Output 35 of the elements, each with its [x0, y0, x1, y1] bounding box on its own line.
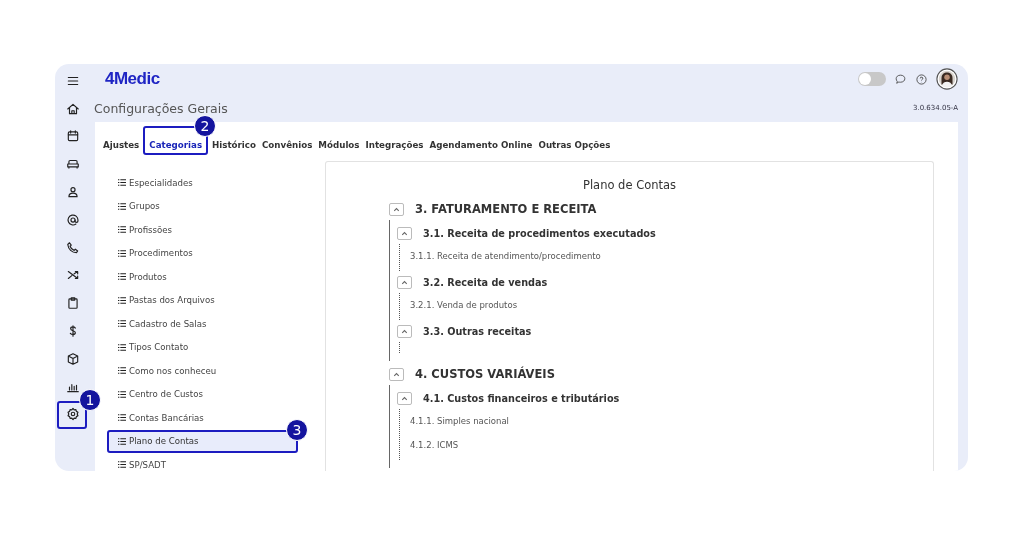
tab[interactable]: Ajustes [103, 138, 140, 154]
account-item: 4.1.2. ICMS [409, 439, 460, 452]
category-item[interactable]: SP/SADT [107, 453, 298, 471]
account-subgroup: 3.1. Receita de procedimentos executados [423, 227, 656, 239]
category-item[interactable]: Tipos Contato [107, 335, 298, 359]
category-item[interactable]: Procedimentos [107, 241, 298, 265]
category-item[interactable]: Centro de Custos [107, 382, 298, 406]
tab[interactable]: Histórico [212, 138, 256, 154]
account-subgroup: 3.3. Outras receitas [423, 325, 532, 337]
logo: 4Medic [105, 69, 160, 89]
category-item[interactable]: Profissões [107, 218, 298, 241]
callout-badge: 2 [194, 115, 217, 137]
category-item[interactable]: Pastas dos Arquivos [107, 288, 298, 312]
tab[interactable]: Categorias [149, 138, 203, 155]
callout-badge: 3 [286, 418, 308, 441]
account-group: 3. FATURAMENTO E RECEITA [415, 202, 597, 216]
account-subgroup: 4.1. Custos financeiros e tributários [423, 392, 620, 404]
category-item[interactable]: Cadastro de Salas [107, 312, 298, 335]
tab[interactable]: Agendamento Online [429, 138, 533, 154]
category-item[interactable]: Especialidades [107, 171, 298, 194]
card-title: Plano de Contas [581, 178, 678, 192]
tab[interactable]: Módulos [318, 138, 360, 154]
tab[interactable]: Convênios [261, 138, 313, 154]
account-subgroup: 3.2. Receita de vendas [423, 276, 548, 288]
category-item[interactable]: Grupos [107, 194, 298, 218]
account-group: 4. CUSTOS VARIÁVEIS [415, 367, 555, 381]
category-item[interactable]: Produtos [107, 265, 298, 288]
page-title: Configurações Gerais [94, 100, 228, 116]
category-item[interactable]: Como nos conheceu [107, 359, 298, 382]
account-item: 3.1.1. Receita de atendimento/procedimento [409, 250, 602, 263]
account-item: 4.1.1. Simples nacional [409, 415, 510, 428]
callout-badge: 1 [79, 388, 101, 411]
account-item: 3.2.1. Venda de produtos [409, 299, 519, 312]
tab[interactable]: Integrações [365, 138, 424, 154]
tab[interactable]: Outras Opções [538, 138, 611, 154]
